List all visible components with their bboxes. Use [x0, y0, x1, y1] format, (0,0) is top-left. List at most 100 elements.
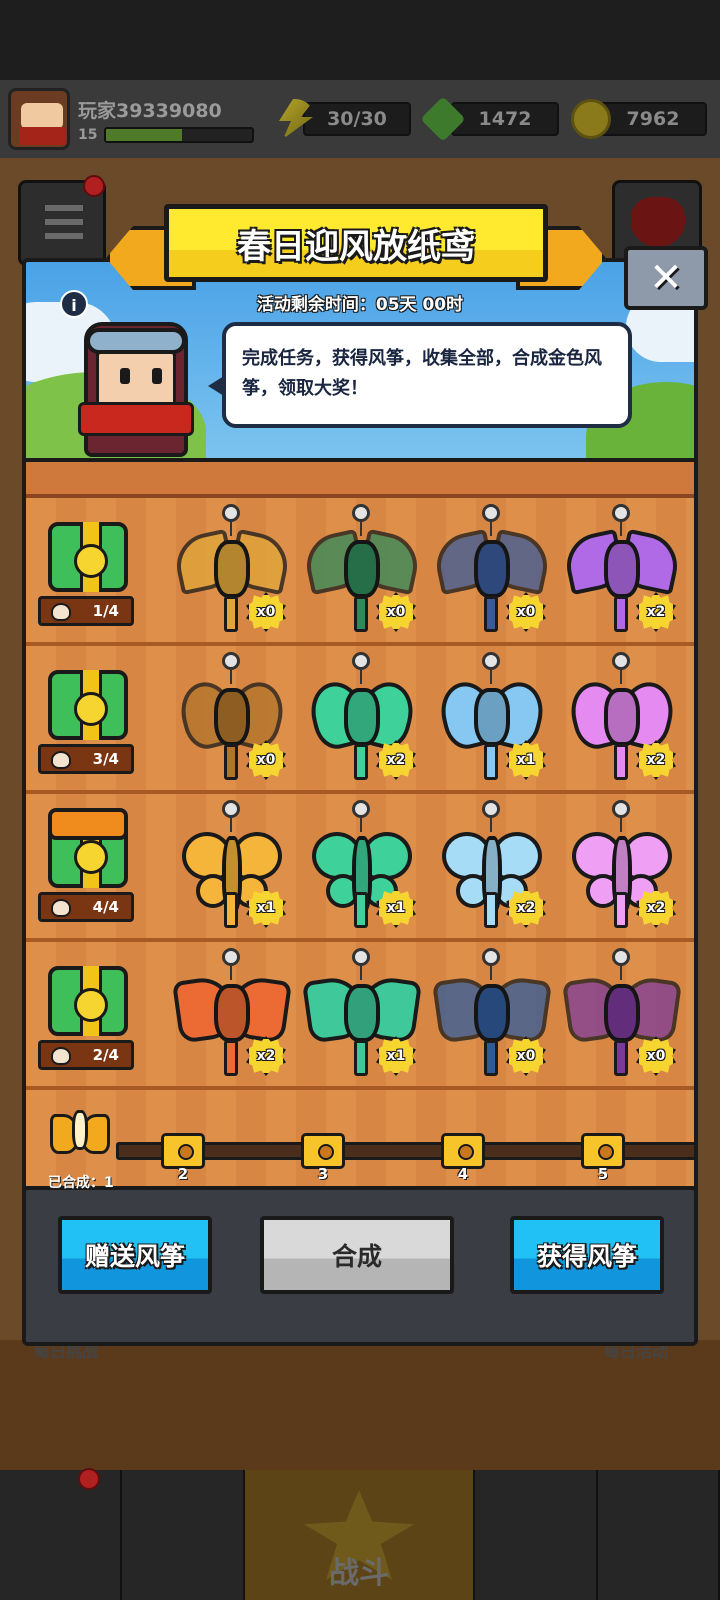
kite-count-badge: x2	[636, 592, 676, 632]
player-info: 玩家39339080 15	[78, 96, 263, 143]
close-button[interactable]: ✕	[624, 246, 708, 310]
coin-icon	[571, 99, 611, 139]
demon-icon	[631, 197, 685, 247]
milestone-chest[interactable]: 4	[439, 1133, 487, 1183]
top-spacer	[0, 0, 720, 80]
chest-progress-label: 3/4	[92, 750, 119, 768]
chest-progress: 3/4	[38, 744, 134, 774]
kite-count-badge: x0	[246, 592, 286, 632]
nav-battle[interactable]: 战斗	[244, 1470, 476, 1600]
level-row: 15	[78, 126, 263, 143]
event-title: 春日迎风放纸鸢	[164, 204, 548, 282]
ground-strip	[26, 458, 694, 498]
kite-collection-grid: 1/4 x0 x0 x0 x2 3/4 x0 x2 x1 x2 4/4 x1 x1 x2 x2 2/4 x2 x1…	[26, 498, 694, 1118]
chest-icon	[48, 670, 128, 740]
merge-button[interactable]: 合成	[260, 1216, 454, 1294]
kite-item[interactable]: x1	[301, 948, 423, 1084]
hero-character	[76, 322, 196, 462]
chest-icon	[301, 1133, 345, 1169]
nav-weapons[interactable]	[122, 1470, 245, 1600]
chest-icon	[48, 808, 128, 888]
milestone-chest[interactable]: 5	[579, 1133, 627, 1183]
kite-row: 3/4 x0 x2 x1 x2	[26, 646, 694, 794]
speech-bubble: 完成任务，获得风筝，收集全部，合成金色风筝，领取大奖！	[208, 322, 632, 428]
merged-count: 已合成：1	[48, 1175, 114, 1191]
energy-counter[interactable]: 30/30	[275, 99, 411, 139]
chest-icon	[48, 522, 128, 592]
kite-event-modal: i 完成任务，获得风筝，收集全部，合成金色风筝，领取大奖！ 1/4 x0 x0 x0 x…	[22, 258, 698, 1346]
player-level: 15	[78, 126, 98, 143]
get-kite-button[interactable]: 获得风筝	[510, 1216, 664, 1294]
coin-value: 7962	[599, 102, 707, 136]
notification-dot	[83, 175, 105, 197]
notification-dot	[78, 1468, 100, 1490]
energy-value: 30/30	[303, 102, 411, 136]
chest-icon	[161, 1133, 205, 1169]
kite-count-badge: x0	[506, 1036, 546, 1076]
kite-item[interactable]: x2	[564, 800, 680, 936]
kite-row: 2/4 x2 x1 x0 x0	[26, 942, 694, 1090]
kite-count-badge: x0	[636, 1036, 676, 1076]
info-button[interactable]: i	[60, 290, 88, 318]
kite-count-badge: x2	[246, 1036, 286, 1076]
chest-progress-label: 4/4	[92, 898, 119, 916]
reward-chest[interactable]: 1/4	[34, 516, 138, 636]
gift-kite-button[interactable]: 赠送风筝	[58, 1216, 212, 1294]
gold-kite-icon	[48, 1104, 112, 1168]
kite-item[interactable]: x2	[434, 800, 550, 936]
kite-row: 1/4 x0 x0 x0 x2	[26, 498, 694, 646]
kite-item[interactable]: x1	[304, 800, 420, 936]
chest-icon	[48, 966, 128, 1036]
merge-progress: 已合成：1 2 3 4 5	[26, 1110, 694, 1191]
gem-counter[interactable]: 1472	[420, 96, 559, 142]
event-timer: 活动剩余时间：05天 00时	[256, 295, 464, 315]
kite-item[interactable]: x0	[170, 504, 294, 640]
chest-progress: 2/4	[38, 1040, 134, 1070]
kite-type-icon	[51, 751, 71, 769]
milestone-number: 2	[177, 1165, 189, 1183]
milestone-chest[interactable]: 2	[159, 1133, 207, 1183]
kite-count-badge: x0	[506, 592, 546, 632]
milestone-number: 5	[597, 1165, 609, 1183]
coin-counter[interactable]: 7962	[571, 99, 707, 139]
kite-item[interactable]: x2	[304, 652, 420, 788]
milestone-number: 3	[317, 1165, 329, 1183]
modal-footer: 赠送风筝 合成 获得风筝	[26, 1194, 694, 1342]
player-avatar[interactable]	[8, 88, 70, 150]
xp-bar	[104, 126, 254, 143]
kite-type-icon	[51, 603, 71, 621]
kite-item[interactable]: x0	[174, 652, 290, 788]
kite-type-icon	[51, 899, 71, 917]
nav-shop[interactable]	[0, 1468, 123, 1600]
reward-chest[interactable]: 3/4	[34, 664, 138, 784]
kite-item[interactable]: x1	[174, 800, 290, 936]
player-name: 玩家39339080	[78, 99, 222, 122]
chest-progress-label: 1/4	[92, 602, 119, 620]
kite-item[interactable]: x2	[560, 504, 684, 640]
kite-item[interactable]: x0	[430, 504, 554, 640]
battle-label: 战斗	[329, 1556, 389, 1591]
menu-icon	[45, 205, 83, 241]
nav-skills[interactable]	[475, 1470, 598, 1600]
bottom-nav: 战斗	[0, 1468, 720, 1600]
chest-progress: 1/4	[38, 596, 134, 626]
chest-icon	[581, 1133, 625, 1169]
milestone-number: 4	[457, 1165, 469, 1183]
kite-item[interactable]: x0	[561, 948, 683, 1084]
nav-equipment[interactable]	[598, 1470, 720, 1600]
kite-item[interactable]: x1	[434, 652, 550, 788]
menu-button[interactable]	[18, 175, 106, 266]
chest-progress: 4/4	[38, 892, 134, 922]
milestone-chest[interactable]: 3	[299, 1133, 347, 1183]
reward-chest[interactable]: 2/4	[34, 960, 138, 1080]
kite-count-badge: x0	[376, 592, 416, 632]
status-bar: 玩家39339080 15 30/30 1472 7962	[0, 80, 720, 158]
kite-row: 4/4 x1 x1 x2 x2	[26, 794, 694, 942]
chest-icon	[441, 1133, 485, 1169]
kite-item[interactable]: x0	[300, 504, 424, 640]
kite-item[interactable]: x2	[564, 652, 680, 788]
kite-item[interactable]: x2	[171, 948, 293, 1084]
kite-item[interactable]: x0	[431, 948, 553, 1084]
reward-chest[interactable]: 4/4	[34, 808, 138, 932]
chest-progress-label: 2/4	[92, 1046, 119, 1064]
